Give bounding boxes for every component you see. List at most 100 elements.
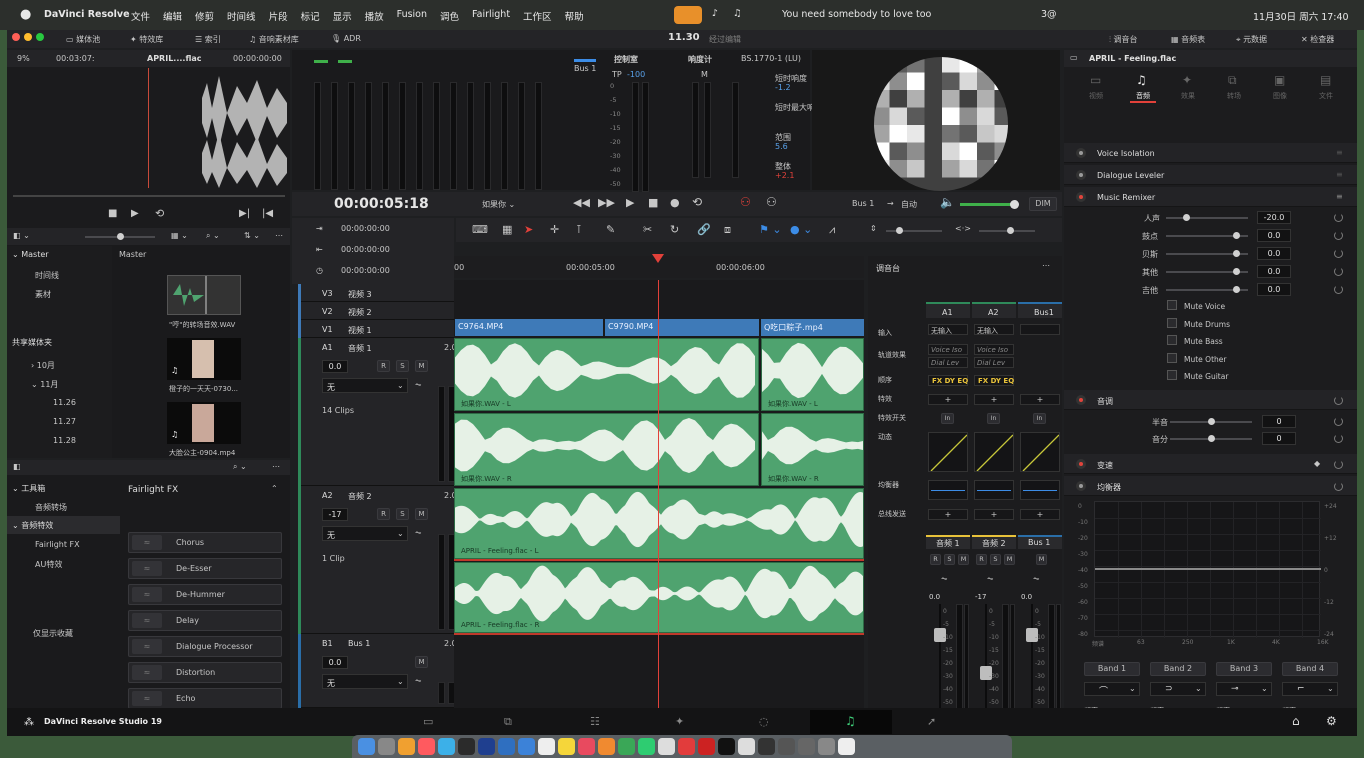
timeline-timecode[interactable]: 00:00:05:18 [334,196,429,212]
strip-s-button[interactable]: S [990,554,1001,565]
menu-item[interactable]: 调色 [440,9,459,23]
dialogue-leveler-slot[interactable]: Dial Lev [928,357,968,368]
sort-icon[interactable]: ⇅ ⌄ [244,231,260,240]
pitch-slider-knob[interactable] [1208,418,1215,425]
vertical-zoom-icon[interactable]: ⇕ [870,224,877,233]
menu-item[interactable]: 文件 [131,9,150,23]
panel-toggle-icon[interactable]: ◧ ⌄ [13,231,30,240]
automation-curve-icon[interactable]: ⏦ [1033,574,1040,584]
rsm-button-s[interactable]: S [396,508,409,520]
more-icon[interactable]: ⋯ [275,231,283,240]
reset-icon[interactable] [1334,417,1343,426]
horizontal-zoom-knob[interactable] [1007,227,1014,234]
clip-thumb-audio[interactable] [167,275,241,315]
band-button-3[interactable]: Band 3 [1216,662,1272,676]
dock-app-icon[interactable] [818,738,835,755]
remixer-value[interactable]: -20.0 [1257,211,1291,224]
dock-app-icon[interactable] [638,738,655,755]
rsm-button-r[interactable]: R [377,360,390,372]
menu-item[interactable]: 时间线 [227,9,256,23]
voice-isolation-section[interactable]: Voice Isolation ≡ [1064,143,1357,163]
mute-button[interactable]: M [415,656,428,668]
input-select[interactable]: 无 ⌄ [322,378,408,393]
zoom-window-button[interactable] [36,33,44,41]
a2-clip-l[interactable]: APRIL - Feeling.flac - L [454,488,864,559]
dock-app-icon[interactable] [518,738,535,755]
bin-oct[interactable]: › 10月 [31,360,55,371]
dock-app-icon[interactable] [398,738,415,755]
vertical-zoom-knob[interactable] [896,227,903,234]
remixer-slider[interactable] [1166,268,1248,275]
volume-field[interactable]: -17 [322,508,348,521]
voice-isolation-section-toggle[interactable] [1076,148,1086,158]
horizontal-zoom-icon[interactable]: <·> [955,224,971,233]
deliver-page-icon[interactable]: ➚ [927,715,936,728]
speaker-icon[interactable]: 🔈 [940,195,955,209]
audio-track-header-a1[interactable]: A1 音频 1 2.0 0.0 R S M 无 ⌄ ⏦ 14 Clips [298,338,460,486]
video-clip-2[interactable]: C9790.MP4 [605,319,759,336]
video-track-header-v1[interactable]: V1 视频 1 [298,320,460,338]
remixer-slider[interactable] [1166,286,1248,293]
dim-button[interactable]: DIM [1029,197,1057,211]
reset-icon[interactable] [1334,231,1343,240]
mixer-input-slot[interactable]: 无输入 [974,324,1014,335]
inspector-button[interactable]: ✕ 检查器 [1301,34,1334,45]
dock-app-icon[interactable] [458,738,475,755]
fx-bypass-button[interactable]: In [987,413,1000,424]
bin-1127[interactable]: 11.27 [53,417,76,426]
close-window-button[interactable] [12,33,20,41]
dialogue-processor-effect[interactable]: ≈ Dialogue Processor [128,636,282,657]
remixer-slider[interactable] [1166,214,1248,221]
metadata-button[interactable]: ⌖ 元数据 [1236,34,1267,45]
inspector-tab-file[interactable]: ▤ 文件 [1306,69,1346,103]
dock-app-icon[interactable] [538,738,555,755]
a2-clip-r[interactable]: APRIL - Feeling.flac - R [454,562,864,633]
audio-scrub-icon[interactable]: ⩘ [829,223,835,237]
dock-app-icon[interactable] [718,738,735,755]
eq-section[interactable]: 均衡器 [1064,476,1357,496]
pointer-icon[interactable]: ➤ [524,223,533,236]
home-icon[interactable]: ⌂ [1292,714,1300,728]
fairlight-fx-node[interactable]: Fairlight FX [35,540,80,549]
remixer-value[interactable]: 0.0 [1257,229,1291,242]
audio-track-header-a2[interactable]: A2 音频 2 2.0 -17 R S M 无 ⌄ ⏦ 1 Clip [298,486,460,634]
adr-button[interactable]: 🎙 ADR [331,34,361,43]
band-button-2[interactable]: Band 2 [1150,662,1206,676]
bus-send-slot[interactable]: + [974,509,1014,520]
record-arm-icon[interactable]: ⚇ [740,195,751,209]
strip-m-button[interactable]: M [958,554,969,565]
dialogue-leveler-options-icon[interactable]: ≡ [1336,170,1343,179]
media-pool-button[interactable]: ▭ 媒体池 [66,34,100,45]
video-clip-1[interactable]: C9764.MP4 [455,319,603,336]
app-menu[interactable]: DaVinci Resolve [44,9,130,20]
strip-m-button[interactable]: M [1036,554,1047,565]
automation-curve-icon[interactable]: ⏦ [941,574,948,584]
strip-s-button[interactable]: S [944,554,955,565]
dock-app-icon[interactable] [478,738,495,755]
input-select[interactable]: 无 ⌄ [322,674,408,689]
more-icon[interactable]: ⋯ [1042,261,1050,270]
menu-item[interactable]: 片段 [269,9,288,23]
mic-indicator[interactable] [674,6,702,24]
eq-section-toggle[interactable] [1076,481,1086,491]
snap-icon[interactable]: ↻ [670,223,679,236]
remixer-slider[interactable] [1166,232,1248,239]
source-scrubber[interactable] [13,195,285,197]
tc-out[interactable]: 00:00:00:00 [341,245,390,254]
auto-label[interactable]: 自动 [901,199,917,210]
apple-icon[interactable]: ● [20,7,31,22]
video-track-header-v2[interactable]: V2 视频 2 [298,302,460,320]
loop-icon[interactable]: ⟲ [155,207,164,220]
remixer-slider-knob[interactable] [1232,232,1240,239]
media-page-icon[interactable]: ▭ [423,715,433,728]
automation-icon[interactable]: ⚇ [766,195,777,209]
mute-checkbox[interactable] [1167,352,1177,363]
dock-app-icon[interactable] [418,738,435,755]
delay-effect[interactable]: ≈ Delay [128,610,282,631]
remixer-value[interactable]: 0.0 [1257,247,1291,260]
meters-button[interactable]: ▦ 音频表 [1171,34,1205,45]
menu-item[interactable]: 显示 [333,9,352,23]
audio-track-header-b1[interactable]: B1 Bus 1 2.0 0.0 M 无 ⌄ ⏦ [298,634,460,708]
remixer-value[interactable]: 0.0 [1257,265,1291,278]
strip-r-button[interactable]: R [976,554,987,565]
